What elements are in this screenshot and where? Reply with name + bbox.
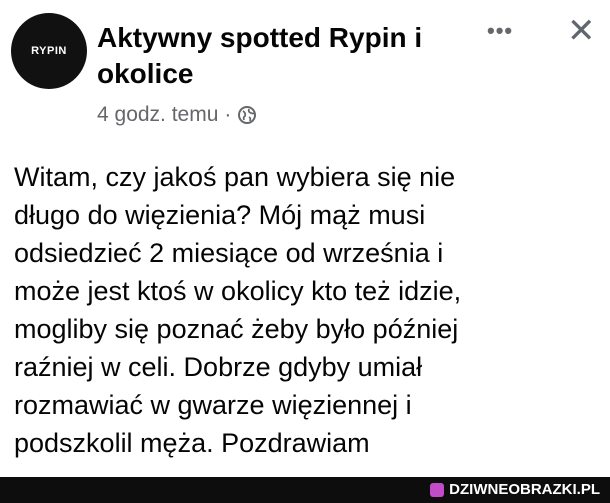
post-line: podszkolil męża. Pozdrawiam [14, 428, 370, 458]
post-line: długo do więzienia? Mój mąż musi [14, 200, 426, 230]
post-meta: 4 godz. temu · [97, 103, 257, 127]
watermark-bar: DZIWNEOBRAZKI.PL [0, 477, 610, 503]
watermark-logo-icon [430, 482, 445, 497]
globe-icon [237, 105, 257, 125]
post-line: mogliby się poznać żeby było później [14, 314, 459, 344]
group-name-link[interactable]: Aktywny spotted Rypin i okolice [97, 20, 477, 92]
close-icon[interactable]: ✕ [567, 14, 596, 48]
more-options-icon[interactable]: ••• [487, 18, 513, 44]
post-line: rozmawiać w gwarze więziennej i [14, 390, 412, 420]
meta-separator: · [224, 103, 232, 126]
group-avatar[interactable]: RYPIN [11, 13, 87, 89]
watermark-text: DZIWNEOBRAZKI.PL [449, 481, 600, 498]
watermark: DZIWNEOBRAZKI.PL [430, 481, 600, 498]
post-body: Witam, czy jakoś pan wybiera się nie dłu… [14, 158, 594, 462]
post-line: odsiedzieć 2 miesiące od września i [14, 238, 444, 268]
post-timestamp[interactable]: 4 godz. temu [97, 103, 218, 127]
avatar-label: RYPIN [31, 45, 67, 57]
post-line: może jest ktoś w okolicy kto też idzie, [14, 276, 462, 306]
post-line: raźniej w celi. Dobrze gdyby umiał [14, 352, 423, 382]
post-line: Witam, czy jakoś pan wybiera się nie [14, 162, 456, 192]
